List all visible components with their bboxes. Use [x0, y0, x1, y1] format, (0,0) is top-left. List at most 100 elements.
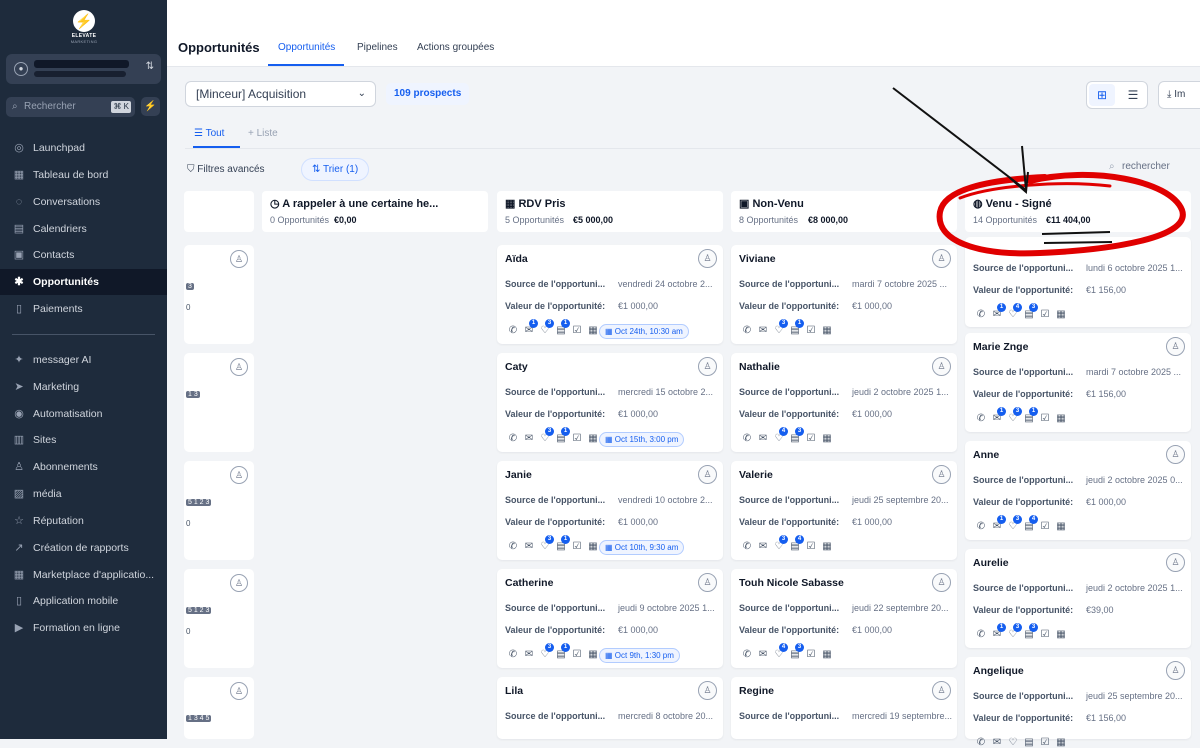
tab-bulk-actions[interactable]: Actions groupées	[417, 42, 494, 53]
sidebar-item-marketing[interactable]: ➤ Marketing	[0, 374, 167, 400]
sidebar-item-courses[interactable]: ▶ Formation en ligne	[0, 615, 167, 641]
phone-icon[interactable]: ✆	[739, 325, 755, 336]
message-icon[interactable]: ✉	[521, 649, 537, 660]
opportunity-card[interactable]: Nathalie ♙ Source de l'opportuni... jeudi 2…	[731, 353, 957, 452]
opportunity-card[interactable]: Valerie ♙ Source de l'opportuni... jeudi 25…	[731, 461, 957, 560]
appointment-chip[interactable]: ▦ Oct 10th, 9:30 am	[599, 540, 685, 555]
checkbox-icon[interactable]: ☑	[569, 325, 585, 336]
checkbox-icon[interactable]: ☑	[803, 541, 819, 552]
opportunity-card[interactable]: Aïda ♙ Source de l'opportuni... vendredi 24…	[497, 245, 723, 344]
appointment-chip[interactable]: ▦ Oct 24th, 10:30 am	[599, 324, 689, 339]
sidebar-item-mobile-app[interactable]: ▯ Application mobile	[0, 588, 167, 614]
import-button[interactable]: ⤓ Im	[1158, 81, 1200, 109]
document-icon[interactable]: ▤ 1	[787, 319, 804, 336]
assign-user-icon[interactable]: ♙	[932, 357, 951, 376]
heart-icon[interactable]: ♡ 3	[1005, 407, 1022, 424]
document-icon[interactable]: ▤ 4	[1021, 515, 1038, 532]
appointment-chip[interactable]: ▦ Oct 15th, 3:00 pm	[599, 432, 685, 447]
quick-action-button[interactable]: ⚡	[141, 97, 160, 116]
partial-card[interactable]: ♙ 1 3	[184, 353, 254, 452]
checkbox-icon[interactable]: ☑	[1037, 309, 1053, 320]
checkbox-icon[interactable]: ☑	[1037, 521, 1053, 532]
heart-icon[interactable]: ♡ 3	[537, 643, 554, 660]
phone-icon[interactable]: ✆	[973, 309, 989, 320]
heart-icon[interactable]: ♡ 3	[1005, 515, 1022, 532]
calendar-icon[interactable]: ▦	[819, 325, 835, 336]
assign-user-icon[interactable]: ♙	[932, 249, 951, 268]
checkbox-icon[interactable]: ☑	[569, 541, 585, 552]
assign-user-icon[interactable]: ♙	[698, 249, 717, 268]
sidebar-item-memberships[interactable]: ♙ Abonnements	[0, 454, 167, 480]
phone-icon[interactable]: ✆	[505, 649, 521, 660]
sidebar-item-media[interactable]: ▨ média	[0, 481, 167, 507]
checkbox-icon[interactable]: ☑	[803, 325, 819, 336]
message-icon[interactable]: ✉	[755, 541, 771, 552]
assign-user-icon[interactable]: ♙	[932, 573, 951, 592]
assign-user-icon[interactable]: ♙	[1166, 445, 1185, 464]
opportunity-card[interactable]: Anne ♙ Source de l'opportuni... jeudi 2 oct…	[965, 441, 1191, 540]
document-icon[interactable]: ▤ 1	[553, 427, 570, 444]
calendar-icon[interactable]: ▦	[819, 433, 835, 444]
assign-user-icon[interactable]: ♙	[932, 465, 951, 484]
phone-icon[interactable]: ✆	[739, 433, 755, 444]
sidebar-item-contacts[interactable]: ▣ Contacts	[0, 242, 167, 268]
sidebar-item-reporting[interactable]: ↗ Création de rapports	[0, 535, 167, 561]
assign-user-icon[interactable]: ♙	[698, 357, 717, 376]
document-icon[interactable]: ▤ 1	[1021, 407, 1038, 424]
calendar-icon[interactable]: ▦	[1053, 309, 1069, 320]
calendar-icon[interactable]: ▦	[819, 649, 835, 660]
assign-user-icon[interactable]: ♙	[230, 358, 248, 376]
document-icon[interactable]: ▤ 4	[787, 535, 804, 552]
phone-icon[interactable]: ✆	[739, 541, 755, 552]
heart-icon[interactable]: ♡ 3	[771, 319, 788, 336]
phone-icon[interactable]: ✆	[505, 433, 521, 444]
partial-card[interactable]: ♙ 5 1 2 3 0	[184, 569, 254, 668]
message-icon[interactable]: ✉	[521, 433, 537, 444]
assign-user-icon[interactable]: ♙	[698, 681, 717, 700]
opportunity-card[interactable]: Aurelie ♙ Source de l'opportuni... jeudi 2 …	[965, 549, 1191, 648]
sidebar-search[interactable]: ⌕ Rechercher ⌘ K	[6, 97, 135, 117]
opportunity-card[interactable]: Regine ♙ Source de l'opportuni... mercredi …	[731, 677, 957, 739]
assign-user-icon[interactable]: ♙	[698, 573, 717, 592]
sidebar-item-payments[interactable]: ▯ Paiements	[0, 296, 167, 322]
heart-icon[interactable]: ♡ 3	[537, 535, 554, 552]
sidebar-item-reputation[interactable]: ☆ Réputation	[0, 508, 167, 534]
sidebar-item-marketplace[interactable]: ▦ Marketplace d'applicatio...	[0, 562, 167, 588]
calendar-icon[interactable]: ▦	[1053, 413, 1069, 424]
sidebar-item-dashboard[interactable]: ▦ Tableau de bord	[0, 162, 167, 188]
opportunity-card[interactable]: Caty ♙ Source de l'opportuni... mercredi 15…	[497, 353, 723, 452]
phone-icon[interactable]: ✆	[973, 629, 989, 640]
opportunity-card[interactable]: Marie Znge ♙ Source de l'opportuni... mardi…	[965, 333, 1191, 432]
pipeline-select[interactable]: [Minceur] Acquisition ⌄	[185, 81, 376, 107]
assign-user-icon[interactable]: ♙	[1166, 337, 1185, 356]
calendar-icon[interactable]: ▦	[1053, 521, 1069, 532]
phone-icon[interactable]: ✆	[505, 541, 521, 552]
board-search[interactable]: ⌕ rechercher	[1109, 161, 1170, 172]
document-icon[interactable]: ▤ 3	[787, 427, 804, 444]
assign-user-icon[interactable]: ♙	[1166, 553, 1185, 572]
heart-icon[interactable]: ♡ 3	[771, 535, 788, 552]
advanced-filters-button[interactable]: ⛉ Filtres avancés	[187, 159, 265, 180]
message-icon[interactable]: ✉ 1	[989, 623, 1006, 640]
phone-icon[interactable]: ✆	[973, 413, 989, 424]
message-icon[interactable]: ✉ 1	[521, 319, 538, 336]
phone-icon[interactable]: ✆	[505, 325, 521, 336]
checkbox-icon[interactable]: ☑	[803, 649, 819, 660]
message-icon[interactable]: ✉	[521, 541, 537, 552]
sidebar-item-calendars[interactable]: ▤ Calendriers	[0, 216, 167, 242]
sidebar-item-automation[interactable]: ◉ Automatisation	[0, 401, 167, 427]
opportunity-card[interactable]: Catherine ♙ Source de l'opportuni... jeudi …	[497, 569, 723, 668]
grid-view-icon[interactable]: ⊞	[1089, 84, 1115, 106]
heart-icon[interactable]: ♡ 4	[771, 427, 788, 444]
message-icon[interactable]: ✉	[755, 325, 771, 336]
partial-card[interactable]: ♙ 5 1 2 3 0	[184, 461, 254, 560]
opportunity-card[interactable]: Lila ♙ Source de l'opportuni... mercredi 8 …	[497, 677, 723, 739]
brand-logo[interactable]: ⚡ ELEVATE MARKETING	[62, 10, 106, 44]
heart-icon[interactable]: ♡ 3	[537, 427, 554, 444]
appointment-chip[interactable]: ▦ Oct 9th, 1:30 pm	[599, 648, 680, 663]
tab-pipelines[interactable]: Pipelines	[357, 42, 398, 53]
document-icon[interactable]: ▤ 1	[553, 643, 570, 660]
heart-icon[interactable]: ♡ 4	[1005, 303, 1022, 320]
opportunity-card[interactable]: Source de l'opportuni... lundi 6 octobre …	[965, 237, 1191, 327]
subtab-add-list[interactable]: + Liste	[248, 128, 278, 139]
